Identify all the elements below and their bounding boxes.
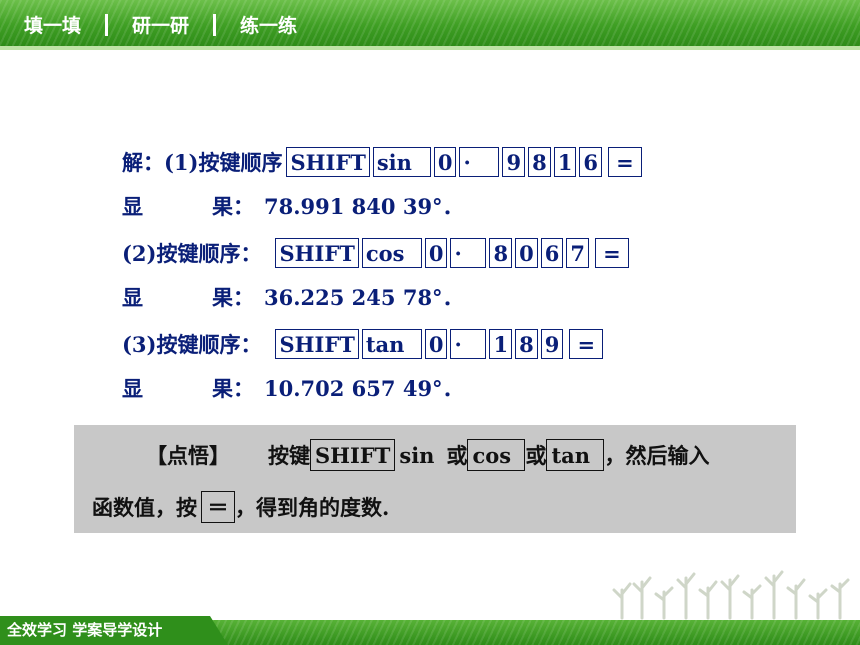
key-cos: cos [361,238,422,268]
result-label: 显 [122,194,143,219]
tip-title: 【点悟】 [146,443,230,468]
key-6: 6 [579,147,602,177]
solution-line-1: 解： (1)按键顺序 SHIFT sin 0 · 9 8 1 6 = [122,144,645,180]
key-dot: · [450,329,487,359]
key-0: 0 [433,147,457,177]
result-line-3: 显 果： 10.702 657 49°． [122,370,464,406]
key-shift: SHIFT [286,147,370,177]
key-0: 0 [515,238,538,268]
key-7: 7 [566,238,589,268]
tip-row-1: 【点悟】 按键 SHIFT sin 或 cos 或 tan ，然后输入 [146,437,709,473]
key-order-label: (1)按键顺序 [164,150,283,175]
key-order-label: (2)按键顺序： [122,241,262,266]
tip-key-cos: cos [467,439,526,471]
result-value: 36.225 245 78°． [264,285,464,310]
tip-text-or: 或 [525,443,547,468]
tab-study[interactable]: 研一研 [130,11,191,38]
footer-title: 全效学习 学案导学设计 [7,621,163,639]
tab-practice[interactable]: 练一练 [238,11,299,38]
tip-box: 【点悟】 按键 SHIFT sin 或 cos 或 tan ，然后输入 函数值，… [74,425,796,533]
key-tan: tan [361,329,422,359]
key-8: 8 [528,147,551,177]
key-0: 0 [424,329,448,359]
result-label-2: 果： [212,376,254,401]
result-label: 显 [122,285,143,310]
result-label: 显 [122,376,143,401]
result-line-2: 显 果： 36.225 245 78°． [122,279,464,315]
solution-line-3: (3)按键顺序： SHIFT tan 0 · 1 8 9 = [122,326,606,362]
tip-text: 按键 [268,443,310,468]
key-8: 8 [515,329,538,359]
key-8: 8 [489,238,513,268]
key-equals: = [607,147,642,177]
key-1: 1 [553,147,577,177]
tip-key-shift: SHIFT [310,439,396,471]
tip-text-sin: sin [399,442,435,468]
tip-key-tan: tan [546,439,605,471]
key-equals: = [594,238,629,268]
key-dot: · [450,238,487,268]
tab-fill[interactable]: 填一填 [22,11,83,38]
tip-text: 函数值，按 [92,495,197,520]
key-dot: · [459,147,500,177]
top-nav: 填一填 研一研 练一练 [22,11,299,38]
key-shift: SHIFT [275,238,359,268]
key-9: 9 [502,147,526,177]
grass-decoration-icon [612,570,850,620]
top-bar-underline [0,46,860,50]
key-0: 0 [424,238,448,268]
result-label-2: 果： [212,194,254,219]
key-6: 6 [540,238,564,268]
solution-prefix: 解： [122,150,164,175]
tip-text: ，然后输入 [604,443,710,468]
key-order-label: (3)按键顺序： [122,332,262,357]
result-value: 78.991 840 39°． [264,194,464,219]
key-sin: sin [372,147,431,177]
key-9: 9 [540,329,564,359]
result-label-2: 果： [212,285,254,310]
nav-separator [213,13,217,36]
result-line-1: 显 果： 78.991 840 39°． [122,188,464,224]
key-1: 1 [489,329,513,359]
tip-text-or: 或 [446,443,468,468]
tip-row-2: 函数值，按 ＝ ，得到角的度数. [92,489,389,525]
tip-key-equals: ＝ [201,491,235,523]
nav-separator [105,13,109,36]
key-equals: = [569,329,604,359]
solution-line-2: (2)按键顺序： SHIFT cos 0 · 8 0 6 7 = [122,235,632,271]
result-value: 10.702 657 49°． [264,376,464,401]
key-shift: SHIFT [275,329,359,359]
tip-text: ，得到角的度数. [235,495,390,520]
